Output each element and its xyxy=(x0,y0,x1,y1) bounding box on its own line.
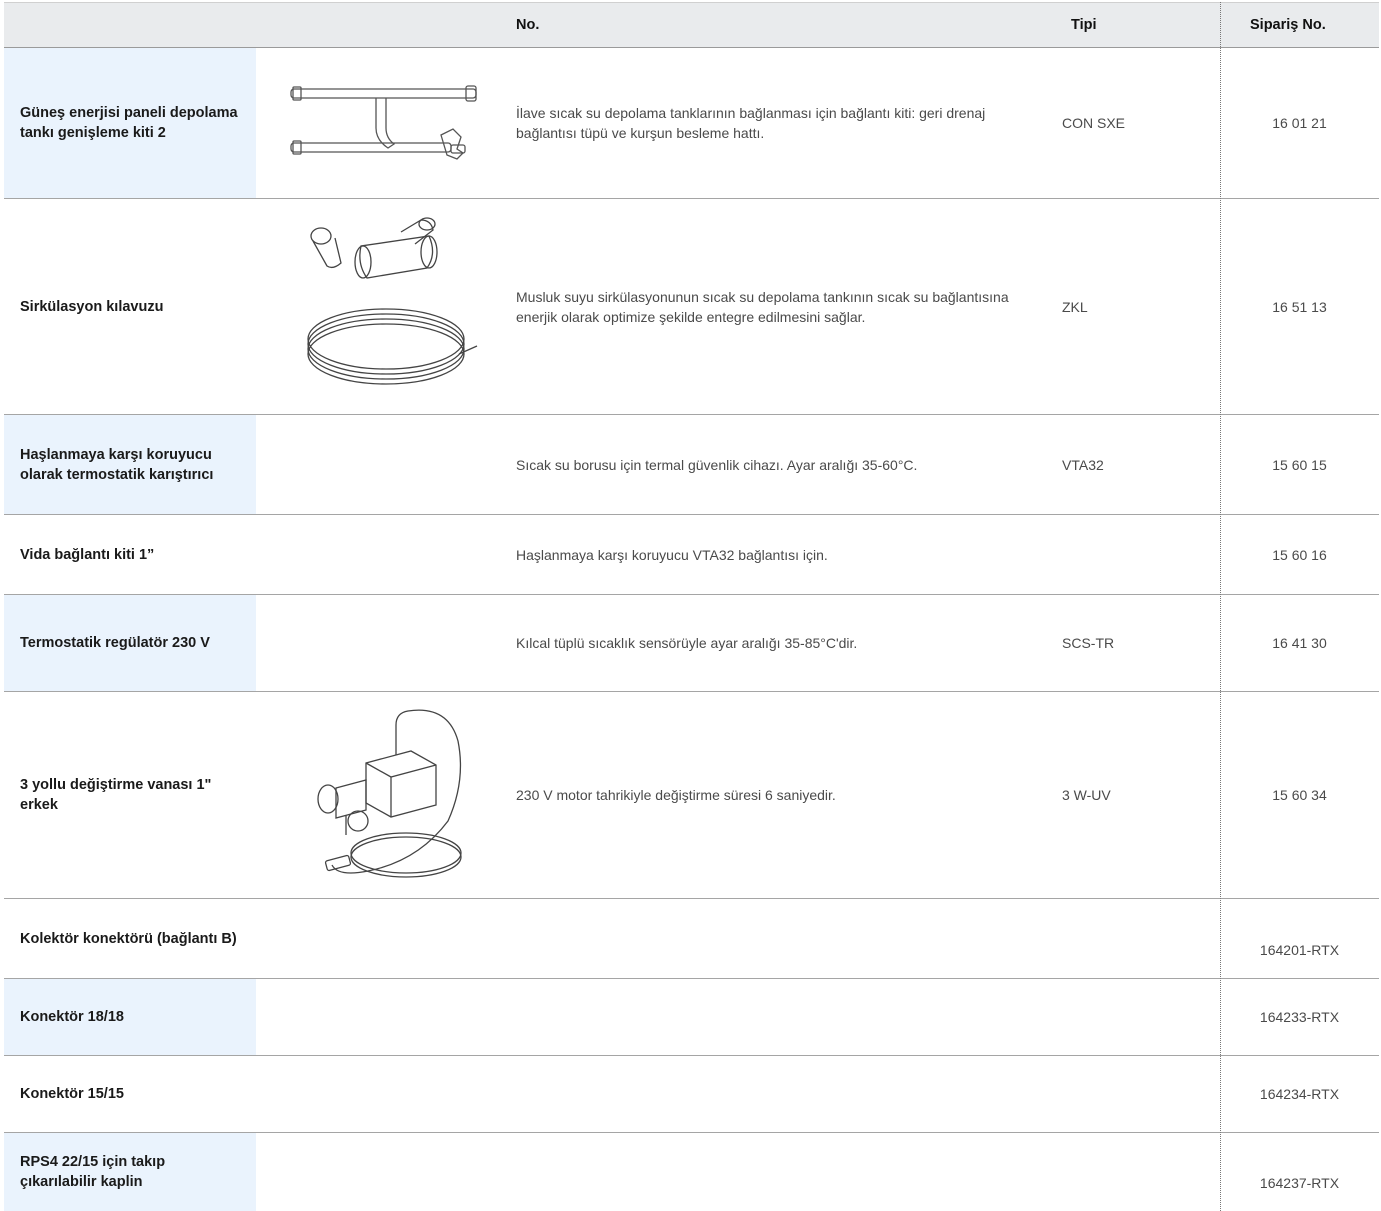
product-name: RPS4 22/15 için takıp çıkarılabilir kapl… xyxy=(4,1133,256,1211)
product-type: ZKL xyxy=(1062,298,1088,315)
product-image-circulation xyxy=(256,199,516,414)
product-name: Kolektör konektörü (bağlantı B) xyxy=(4,899,256,978)
product-description: Haşlanmaya karşı koruyucu VTA32 bağlantı… xyxy=(516,546,828,563)
table-row: Sirkülasyon kılavuzu Musluk suyu sirküla… xyxy=(4,199,1379,415)
product-name: Konektör 18/18 xyxy=(4,979,256,1055)
header-no: No. xyxy=(516,17,540,33)
product-type: SCS-TR xyxy=(1062,635,1115,651)
product-description: Sıcak su borusu için termal güvenlik cih… xyxy=(516,456,918,473)
product-order-no: 16 01 21 xyxy=(1272,115,1327,131)
table-row: Haşlanmaya karşı koruyucu olarak termost… xyxy=(4,415,1379,515)
product-name: Konektör 15/15 xyxy=(4,1056,256,1132)
header-type: Tipi xyxy=(1071,17,1097,33)
product-name: Güneş enerjisi paneli depolama tankı gen… xyxy=(4,48,256,198)
product-order-no: 16 51 13 xyxy=(1272,298,1327,315)
accessories-table: No. Tipi Sipariş No. Güneş enerjisi pane… xyxy=(4,2,1379,1211)
product-description: Kılcal tüplü sıcaklık sensörüyle ayar ar… xyxy=(516,635,858,651)
table-row: 3 yollu değiştirme vanası 1" erkek 230 V… xyxy=(4,692,1379,899)
product-image-valve xyxy=(256,692,516,898)
circulation-fitting-icon xyxy=(307,217,478,385)
product-description: İlave sıcak su depolama tanklarının bağl… xyxy=(516,105,986,141)
pipe-extension-kit-icon xyxy=(290,85,477,160)
product-type: VTA32 xyxy=(1062,456,1104,473)
product-name: Haşlanmaya karşı koruyucu olarak termost… xyxy=(4,415,256,514)
product-order-no: 164201-RTX xyxy=(1259,941,1340,958)
product-image-pipe-kit xyxy=(256,48,516,198)
table-row: RPS4 22/15 için takıp çıkarılabilir kapl… xyxy=(4,1133,1379,1211)
header-order-no: Sipariş No. xyxy=(1250,17,1326,33)
product-type xyxy=(1062,515,1220,594)
product-order-no: 16 41 30 xyxy=(1272,635,1327,651)
product-name: Termostatik regülatör 230 V xyxy=(4,595,256,691)
table-row: Konektör 15/15 164234-RTX xyxy=(4,1056,1379,1133)
product-order-no: 15 60 15 xyxy=(1272,456,1327,473)
product-order-no: 164233-RTX xyxy=(1259,1009,1340,1025)
table-row: Kolektör konektörü (bağlantı B) 164201-R… xyxy=(4,899,1379,979)
table-row: Konektör 18/18 164233-RTX xyxy=(4,979,1379,1056)
table-row: Termostatik regülatör 230 V Kılcal tüplü… xyxy=(4,595,1379,692)
product-description: Musluk suyu sirkülasyonunun sıcak su dep… xyxy=(516,288,1009,325)
three-way-valve-icon xyxy=(317,709,462,878)
product-order-no: 164234-RTX xyxy=(1259,1086,1340,1102)
product-type: CON SXE xyxy=(1062,115,1126,131)
table-row: Güneş enerjisi paneli depolama tankı gen… xyxy=(4,48,1379,199)
product-name: Sirkülasyon kılavuzu xyxy=(4,199,256,414)
table-header: No. Tipi Sipariş No. xyxy=(4,2,1379,48)
order-column-divider xyxy=(1220,2,1221,1211)
product-description: 230 V motor tahrikiyle değiştirme süresi… xyxy=(516,787,836,803)
product-order-no: 15 60 34 xyxy=(1272,787,1327,803)
product-type: 3 W-UV xyxy=(1062,787,1111,803)
product-name: 3 yollu değiştirme vanası 1" erkek xyxy=(4,692,256,898)
product-order-no: 15 60 16 xyxy=(1272,546,1327,563)
product-name: Vida bağlantı kiti 1” xyxy=(4,515,256,594)
table-row: Vida bağlantı kiti 1” Haşlanmaya karşı k… xyxy=(4,515,1379,595)
product-order-no: 164237-RTX xyxy=(1259,1175,1340,1191)
